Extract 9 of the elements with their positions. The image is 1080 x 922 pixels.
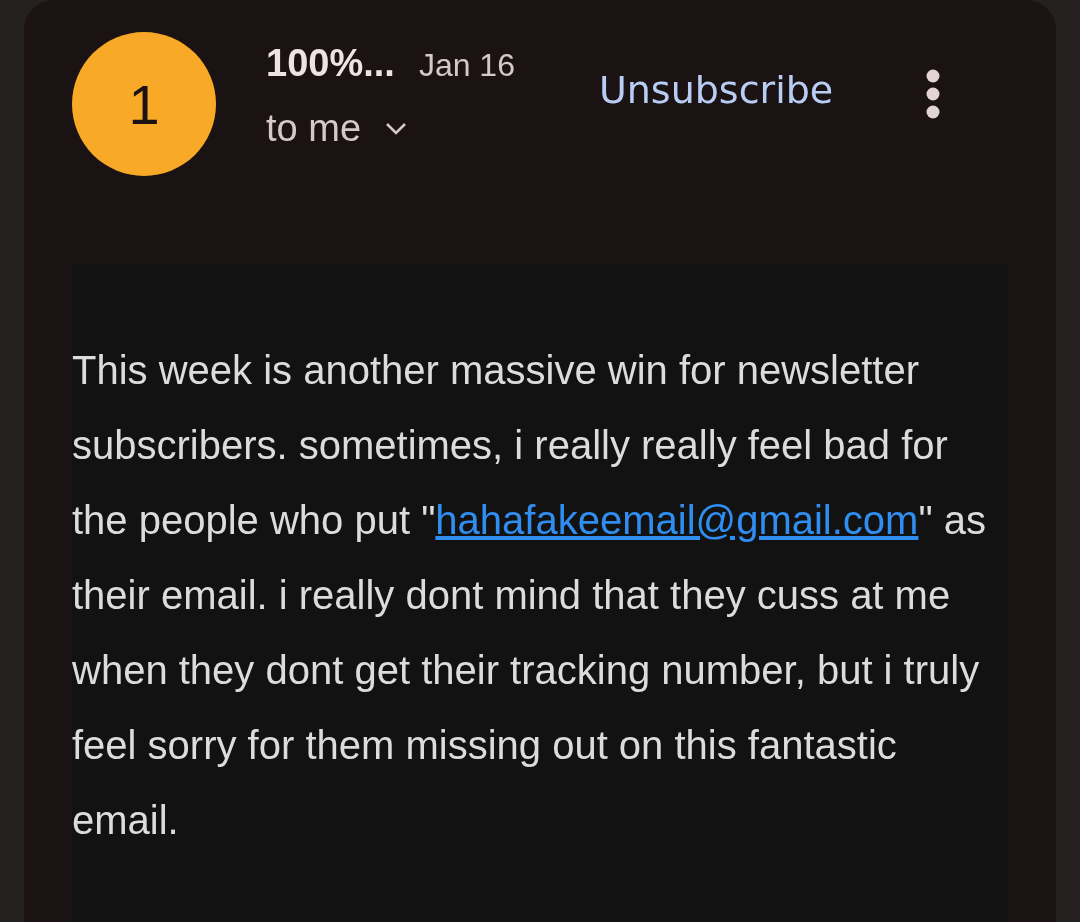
email-body-text: This week is another massive win for newsletter subscribers. sometimes, i really really feel bad for the people who put "hahafakeemail@gmail.com" as their email. i really dont mind that they cuss at me when they dont get their tracking number, but i truly feel sorry for them missing out on this fantastic email. [72, 347, 987, 844]
recipient-toggle[interactable]: to me [266, 107, 408, 150]
unsubscribe-link[interactable]: Unsubscribe [598, 68, 834, 112]
more-options-icon[interactable] [925, 68, 942, 120]
email-link[interactable]: hahafakeemail@gmail.com [435, 498, 919, 542]
chevron-down-icon [385, 121, 408, 136]
email-date: Jan 16 [418, 47, 515, 84]
sender-avatar: 1 [72, 32, 216, 176]
sender-name: 100%... [266, 42, 395, 85]
